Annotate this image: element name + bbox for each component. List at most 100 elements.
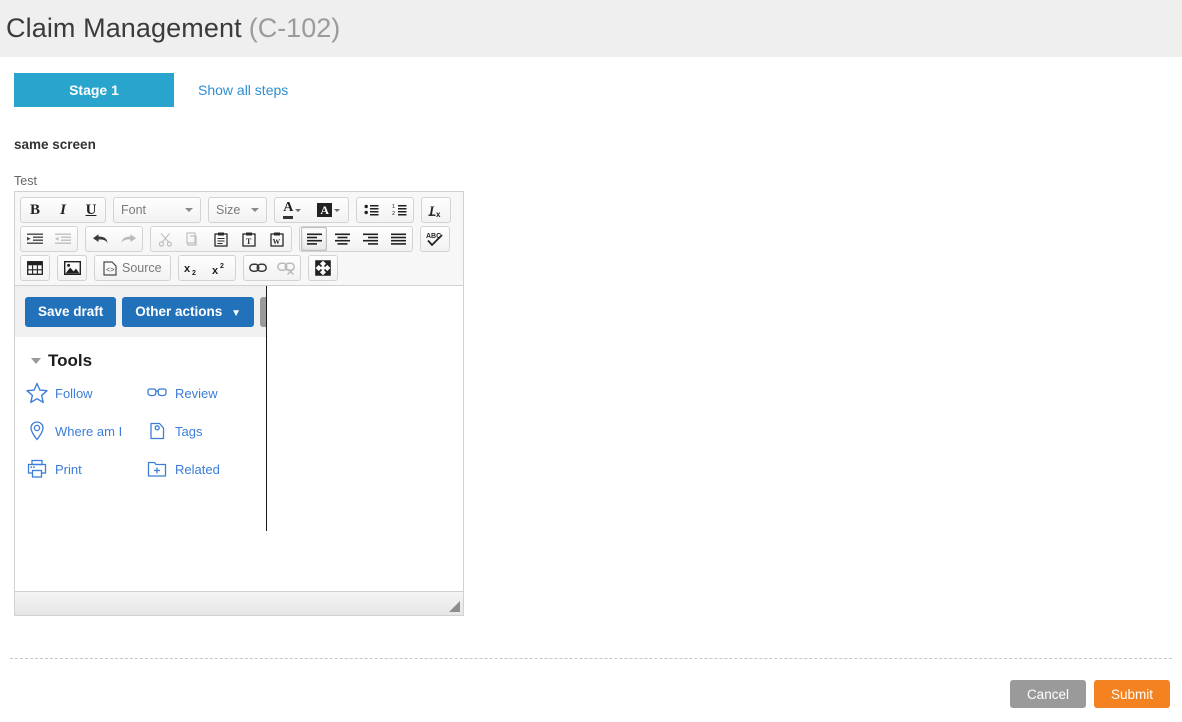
editor-toolbar: B I U Font Size A A bbox=[15, 192, 463, 286]
background-color-button[interactable]: A bbox=[310, 198, 347, 222]
basic-styles-group: B I U bbox=[20, 197, 106, 223]
map-pin-icon bbox=[25, 419, 49, 443]
cancel-button[interactable]: Cancel bbox=[1010, 680, 1086, 708]
submit-button[interactable]: Submit bbox=[1094, 680, 1170, 708]
undo-arrow-icon bbox=[92, 232, 109, 246]
alignment-group bbox=[299, 226, 413, 252]
editor-footer bbox=[15, 591, 463, 615]
paste-button[interactable] bbox=[208, 227, 234, 251]
bulleted-list-button[interactable] bbox=[358, 198, 384, 222]
tool-review[interactable]: Review bbox=[145, 381, 265, 405]
numbered-list-icon: 1 2 bbox=[392, 203, 407, 217]
printer-icon bbox=[25, 457, 49, 481]
page-header: Claim Management (C-102) bbox=[0, 0, 1182, 57]
unlink-icon bbox=[277, 261, 295, 275]
resize-grip-icon[interactable] bbox=[449, 601, 460, 612]
save-draft-button[interactable]: Save draft bbox=[25, 297, 116, 327]
field-label-test: Test bbox=[0, 152, 1182, 194]
align-right-button[interactable] bbox=[357, 227, 383, 251]
tool-related[interactable]: Related bbox=[145, 457, 265, 481]
third-action-button[interactable]: C bbox=[260, 297, 267, 327]
table-icon bbox=[27, 261, 43, 275]
table-group bbox=[20, 255, 50, 281]
align-left-button[interactable] bbox=[301, 227, 327, 251]
superscript-icon: x 2 bbox=[212, 261, 230, 276]
bold-button[interactable]: B bbox=[22, 198, 48, 222]
tool-tags[interactable]: Tags bbox=[145, 419, 265, 443]
font-size-dropdown[interactable]: Size bbox=[208, 197, 267, 223]
show-all-steps-link[interactable]: Show all steps bbox=[198, 82, 288, 98]
svg-text:2: 2 bbox=[192, 270, 196, 276]
align-right-icon bbox=[363, 233, 378, 245]
insert-link-button[interactable] bbox=[245, 256, 271, 280]
tool-where-am-i[interactable]: Where am I bbox=[25, 419, 145, 443]
copy-button bbox=[180, 227, 206, 251]
subscript-icon: x 2 bbox=[184, 261, 202, 276]
tool-related-label: Related bbox=[175, 462, 220, 477]
increase-indent-button[interactable] bbox=[22, 227, 48, 251]
italic-button[interactable]: I bbox=[50, 198, 76, 222]
align-center-icon bbox=[335, 233, 350, 245]
svg-text:W: W bbox=[273, 237, 281, 246]
colors-group: A A bbox=[274, 197, 349, 223]
star-icon bbox=[25, 381, 49, 405]
tool-print[interactable]: Print bbox=[25, 457, 145, 481]
clipboard-icon bbox=[214, 232, 228, 247]
glasses-icon bbox=[145, 381, 169, 405]
undo-button[interactable] bbox=[87, 227, 113, 251]
tool-tags-label: Tags bbox=[175, 424, 202, 439]
maximize-group bbox=[308, 255, 338, 281]
text-color-button[interactable]: A bbox=[276, 198, 308, 222]
editor-toolbar-row-3: <> Source x 2 x 2 bbox=[17, 254, 461, 283]
paste-from-word-button[interactable]: W bbox=[264, 227, 290, 251]
editor-toolbar-row-1: B I U Font Size A A bbox=[17, 196, 461, 225]
tool-where-am-i-label: Where am I bbox=[55, 424, 122, 439]
source-group: <> Source bbox=[94, 255, 171, 281]
undo-redo-group bbox=[85, 226, 143, 252]
decrease-indent-button bbox=[50, 227, 76, 251]
numbered-list-button[interactable]: 1 2 bbox=[386, 198, 412, 222]
align-justify-button[interactable] bbox=[385, 227, 411, 251]
tools-panel-header[interactable]: Tools bbox=[25, 351, 265, 381]
tab-stage-1[interactable]: Stage 1 bbox=[14, 73, 174, 107]
chevron-down-icon: ▼ bbox=[231, 308, 241, 319]
font-name-dropdown[interactable]: Font bbox=[113, 197, 201, 223]
svg-text:2: 2 bbox=[392, 211, 395, 217]
superscript-button[interactable]: x 2 bbox=[208, 256, 234, 280]
unlink-button bbox=[273, 256, 299, 280]
svg-text:T: T bbox=[246, 237, 252, 246]
source-button[interactable]: <> Source bbox=[96, 256, 169, 280]
page-title-code: (C-102) bbox=[249, 13, 341, 44]
maximize-button[interactable] bbox=[310, 256, 336, 280]
svg-text:x: x bbox=[436, 210, 441, 218]
stage-bar: Stage 1 Show all steps bbox=[0, 57, 1182, 107]
other-actions-button[interactable]: Other actions ▼ bbox=[122, 297, 254, 327]
link-group bbox=[243, 255, 301, 281]
spellcheck-button[interactable]: ABC bbox=[422, 227, 448, 251]
font-size-value: Size bbox=[216, 203, 240, 217]
script-group: x 2 x 2 bbox=[178, 255, 236, 281]
bulleted-list-icon bbox=[364, 203, 379, 217]
tag-icon bbox=[145, 419, 169, 443]
tools-panel-title: Tools bbox=[48, 351, 92, 371]
remove-format-button[interactable]: I x bbox=[423, 198, 449, 222]
folder-plus-icon bbox=[145, 457, 169, 481]
maximize-icon bbox=[315, 260, 331, 276]
subscript-button[interactable]: x 2 bbox=[180, 256, 206, 280]
source-code-icon: <> bbox=[103, 261, 117, 276]
tool-follow-label: Follow bbox=[55, 386, 93, 401]
underline-button[interactable]: U bbox=[78, 198, 104, 222]
tool-follow[interactable]: Follow bbox=[25, 381, 145, 405]
insert-image-button[interactable] bbox=[59, 256, 85, 280]
collapse-triangle-icon bbox=[31, 358, 41, 364]
remove-format-group: I x bbox=[421, 197, 451, 223]
source-button-label: Source bbox=[122, 261, 162, 275]
editor-content-area[interactable]: Save draft Other actions ▼ C Tools bbox=[15, 286, 463, 591]
paste-as-text-button[interactable]: T bbox=[236, 227, 262, 251]
insert-table-button[interactable] bbox=[22, 256, 48, 280]
other-actions-label: Other actions bbox=[135, 304, 222, 319]
align-center-button[interactable] bbox=[329, 227, 355, 251]
increase-indent-icon bbox=[27, 232, 43, 246]
svg-text:2: 2 bbox=[220, 263, 224, 270]
chevron-down-icon bbox=[295, 209, 301, 212]
